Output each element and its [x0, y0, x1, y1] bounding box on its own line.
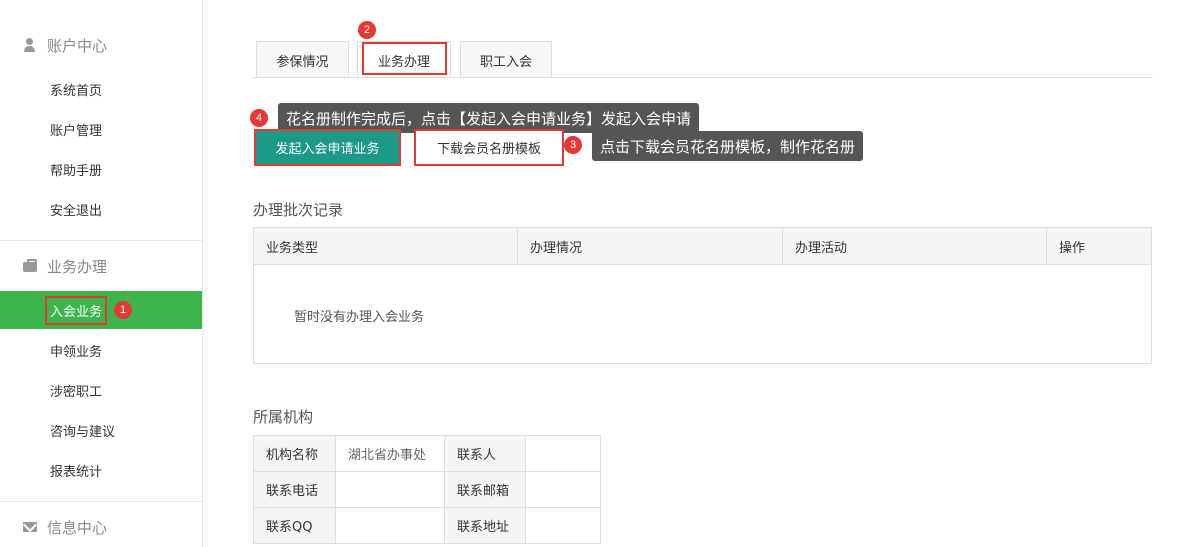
org-label: 联系邮箱 [444, 471, 526, 508]
tab-insurance[interactable]: 参保情况 [256, 41, 349, 78]
sidebar-item-logout[interactable]: 安全退出 [0, 190, 202, 228]
org-label: 联系QQ [253, 507, 336, 544]
divider [0, 501, 202, 502]
tabs-underline [253, 77, 1153, 78]
org-value [525, 471, 601, 508]
org-value [525, 435, 601, 472]
sidebar-item-classified[interactable]: 涉密职工 [0, 371, 202, 409]
sidebar-item-home[interactable]: 系统首页 [0, 70, 202, 108]
records-title: 办理批次记录 [253, 201, 344, 219]
sidebar-section-account[interactable]: 账户中心 [0, 25, 202, 65]
download-template-button[interactable]: 下载会员名册模板 [414, 129, 564, 166]
table-header: 业务类型 办理情况 办理活动 操作 [254, 228, 1151, 265]
tab-business[interactable]: 业务办理 [357, 41, 451, 78]
org-label: 联系电话 [253, 471, 336, 508]
section-title: 账户中心 [47, 36, 108, 55]
column-header: 操作 [1059, 240, 1086, 256]
table-row: 联系QQ 联系地址 [253, 507, 601, 544]
table-row: 机构名称 湖北省办事处 联系人 [253, 435, 601, 472]
user-icon [22, 37, 38, 53]
sidebar-section-business[interactable]: 业务办理 [0, 246, 202, 286]
section-title: 信息中心 [47, 518, 108, 537]
org-label: 联系地址 [444, 507, 526, 544]
sidebar-item-membership[interactable]: 入会业务 [0, 291, 202, 329]
tooltip-download: 点击下载会员花名册模板，制作花名册 [592, 131, 864, 161]
sidebar-section-info[interactable]: 信息中心 [0, 507, 202, 547]
sidebar-item-claim[interactable]: 申领业务 [0, 331, 202, 369]
org-label: 机构名称 [253, 435, 336, 472]
org-value [335, 507, 445, 544]
apply-membership-button[interactable]: 发起入会申请业务 [254, 129, 401, 166]
step-badge-1: 1 [114, 301, 132, 319]
step-badge-4: 4 [250, 109, 268, 127]
sidebar: 账户中心 系统首页 账户管理 帮助手册 安全退出 业务办理 入会业务 1 申领业… [0, 0, 203, 547]
divider [0, 240, 202, 241]
active-item-highlight: 入会业务 [45, 295, 108, 325]
empty-message: 暂时没有办理入会业务 [294, 310, 425, 325]
briefcase-icon [22, 258, 38, 274]
mail-icon [22, 519, 38, 535]
sidebar-item-help[interactable]: 帮助手册 [0, 150, 202, 188]
step-badge-2: 2 [358, 21, 376, 39]
records-table: 业务类型 办理情况 办理活动 操作 暂时没有办理入会业务 [253, 227, 1152, 364]
sidebar-item-consult[interactable]: 咨询与建议 [0, 411, 202, 449]
org-label: 联系人 [444, 435, 526, 472]
column-header: 办理活动 [783, 228, 1047, 264]
table-row: 联系电话 联系邮箱 [253, 471, 601, 508]
column-header: 业务类型 [254, 228, 518, 264]
sidebar-item-reports[interactable]: 报表统计 [0, 451, 202, 489]
column-header: 办理情况 [518, 228, 783, 264]
org-value [525, 507, 601, 544]
sidebar-item-account-manage[interactable]: 账户管理 [0, 110, 202, 148]
step-badge-3: 3 [564, 136, 582, 154]
org-title: 所属机构 [253, 408, 314, 426]
org-table: 机构名称 湖北省办事处 联系人 联系电话 联系邮箱 联系QQ 联系地址 [253, 435, 601, 544]
org-value [335, 471, 445, 508]
sidebar-item-label: 入会业务 [50, 304, 103, 320]
section-title: 业务办理 [47, 257, 108, 276]
org-value: 湖北省办事处 [335, 435, 445, 472]
tab-join[interactable]: 职工入会 [460, 41, 552, 78]
